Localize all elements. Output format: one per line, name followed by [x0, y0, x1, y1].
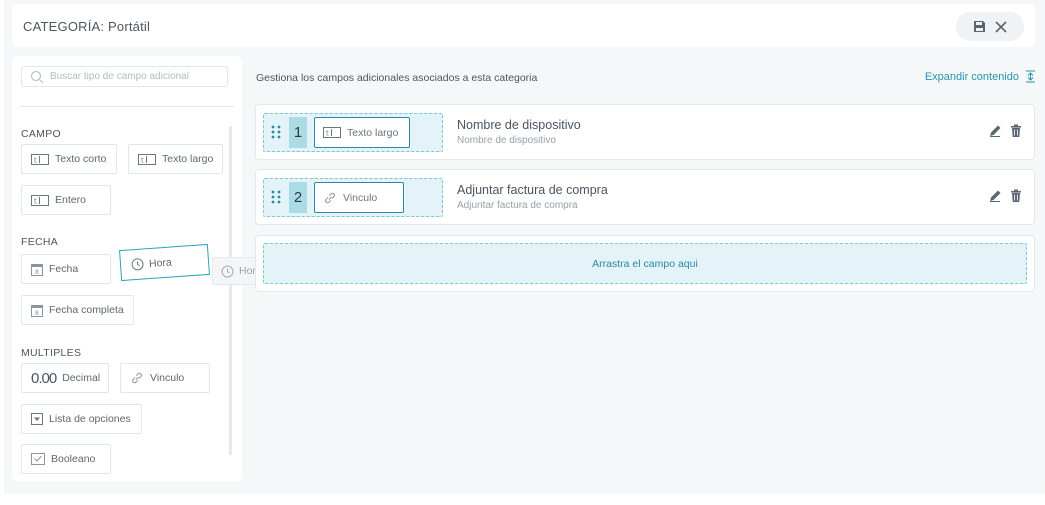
decimal-icon: 0.00: [31, 369, 57, 387]
delete-icon[interactable]: [1010, 189, 1022, 203]
dropzone[interactable]: Arrastra el campo aqui: [263, 243, 1027, 284]
field-type-lista-opciones[interactable]: Lista de opciones: [21, 404, 142, 434]
section-title-multiples: MULTIPLES: [21, 347, 82, 359]
calendar-icon: 8: [31, 304, 43, 317]
field-drag-zone: 2 Vinculo: [263, 178, 443, 217]
checkbox-icon: [31, 453, 45, 465]
drop-card: Arrastra el campo aqui: [255, 235, 1035, 292]
clock-icon: [221, 265, 234, 277]
field-order-number: 1: [289, 117, 307, 148]
edit-icon[interactable]: [988, 124, 1002, 138]
sidebar-scrollbar[interactable]: [229, 126, 232, 455]
dropzone-label: Arrastra el campo aqui: [592, 257, 698, 270]
edit-icon[interactable]: [988, 189, 1002, 203]
drag-handle-icon[interactable]: [271, 190, 281, 207]
field-type-badge: t Texto largo: [314, 117, 410, 148]
field-type-fecha[interactable]: 8 Fecha: [21, 254, 111, 284]
field-type-vinculo[interactable]: Vinculo: [120, 363, 210, 393]
field-type-entero[interactable]: t Entero: [21, 185, 111, 215]
field-name: Adjuntar factura de compra: [457, 183, 608, 197]
chip-label: Texto corto: [55, 153, 107, 165]
additional-field-card: 1 t Texto largo Nombre de dispositivo No…: [255, 104, 1035, 160]
header-actions: [956, 12, 1024, 41]
dropdown-icon: [31, 413, 43, 425]
chip-label: Lista de opciones: [49, 413, 131, 425]
svg-text:t: t: [34, 156, 37, 164]
chip-label: Fecha: [49, 263, 79, 275]
field-order-number: 2: [289, 182, 307, 213]
dragging-label: Hora: [148, 256, 173, 270]
expand-icon: [1026, 70, 1035, 83]
svg-text:8: 8: [35, 310, 39, 317]
clock-icon: [131, 258, 144, 271]
section-title-campo: CAMPO: [21, 128, 62, 140]
search-box: [21, 66, 228, 87]
chip-label: Booleano: [51, 453, 96, 465]
text-field-icon: t: [323, 127, 341, 138]
text-field-icon: t: [31, 194, 49, 206]
text-field-icon: t: [138, 153, 156, 165]
field-type-label: Vinculo: [343, 191, 378, 204]
link-icon: [325, 192, 335, 203]
chip-label: Decimal: [62, 372, 101, 384]
expand-content-button[interactable]: Expandir contenido: [925, 70, 1036, 83]
field-type-label: Texto largo: [347, 126, 399, 139]
field-subtitle: Adjuntar factura de compra: [457, 200, 578, 211]
field-type-booleano[interactable]: Booleano: [21, 444, 111, 474]
chip-label: Vinculo: [150, 372, 185, 384]
svg-text:t: t: [141, 156, 144, 164]
drag-handle-icon[interactable]: [271, 125, 281, 142]
section-title-fecha: FECHA: [21, 236, 59, 248]
link-icon: [132, 372, 142, 384]
svg-text:t: t: [326, 130, 329, 138]
dragging-item-hora[interactable]: Hora: [119, 243, 210, 282]
expand-label: Expandir contenido: [924, 70, 1019, 83]
field-type-decimal[interactable]: 0.00 Decimal: [21, 363, 109, 393]
text-field-icon: t: [31, 153, 49, 165]
field-type-texto-corto[interactable]: t Texto corto: [21, 144, 117, 174]
calendar-icon: 8: [31, 263, 43, 276]
field-actions: [988, 124, 1022, 138]
additional-field-card: 2 Vinculo Adjuntar factura de compra Adj…: [255, 169, 1035, 225]
delete-icon[interactable]: [1010, 124, 1022, 138]
divider: [20, 106, 234, 107]
field-name: Nombre de dispositivo: [457, 118, 581, 132]
field-type-fecha-completa[interactable]: 8 Fecha completa: [21, 295, 134, 325]
main-description: Gestiona los campos adicionales asociado…: [256, 72, 538, 84]
field-actions: [988, 189, 1022, 203]
field-subtitle: Nombre de dispositivo: [457, 135, 556, 146]
close-icon[interactable]: [994, 20, 1008, 34]
chip-label: Entero: [55, 194, 86, 206]
svg-text:8: 8: [35, 269, 39, 276]
save-icon[interactable]: [973, 20, 986, 33]
field-drag-zone: 1 t Texto largo: [263, 113, 443, 152]
search-icon: [30, 70, 44, 87]
field-type-badge: Vinculo: [314, 182, 404, 213]
chip-label: Fecha completa: [49, 304, 124, 316]
field-type-texto-largo[interactable]: t Texto largo: [128, 144, 223, 174]
svg-text:t: t: [34, 197, 37, 205]
category-header: CATEGORÍA: Portátil: [12, 4, 1035, 47]
page-title: CATEGORÍA: Portátil: [23, 19, 151, 34]
search-input[interactable]: [50, 69, 222, 84]
chip-label: Texto largo: [162, 153, 214, 165]
